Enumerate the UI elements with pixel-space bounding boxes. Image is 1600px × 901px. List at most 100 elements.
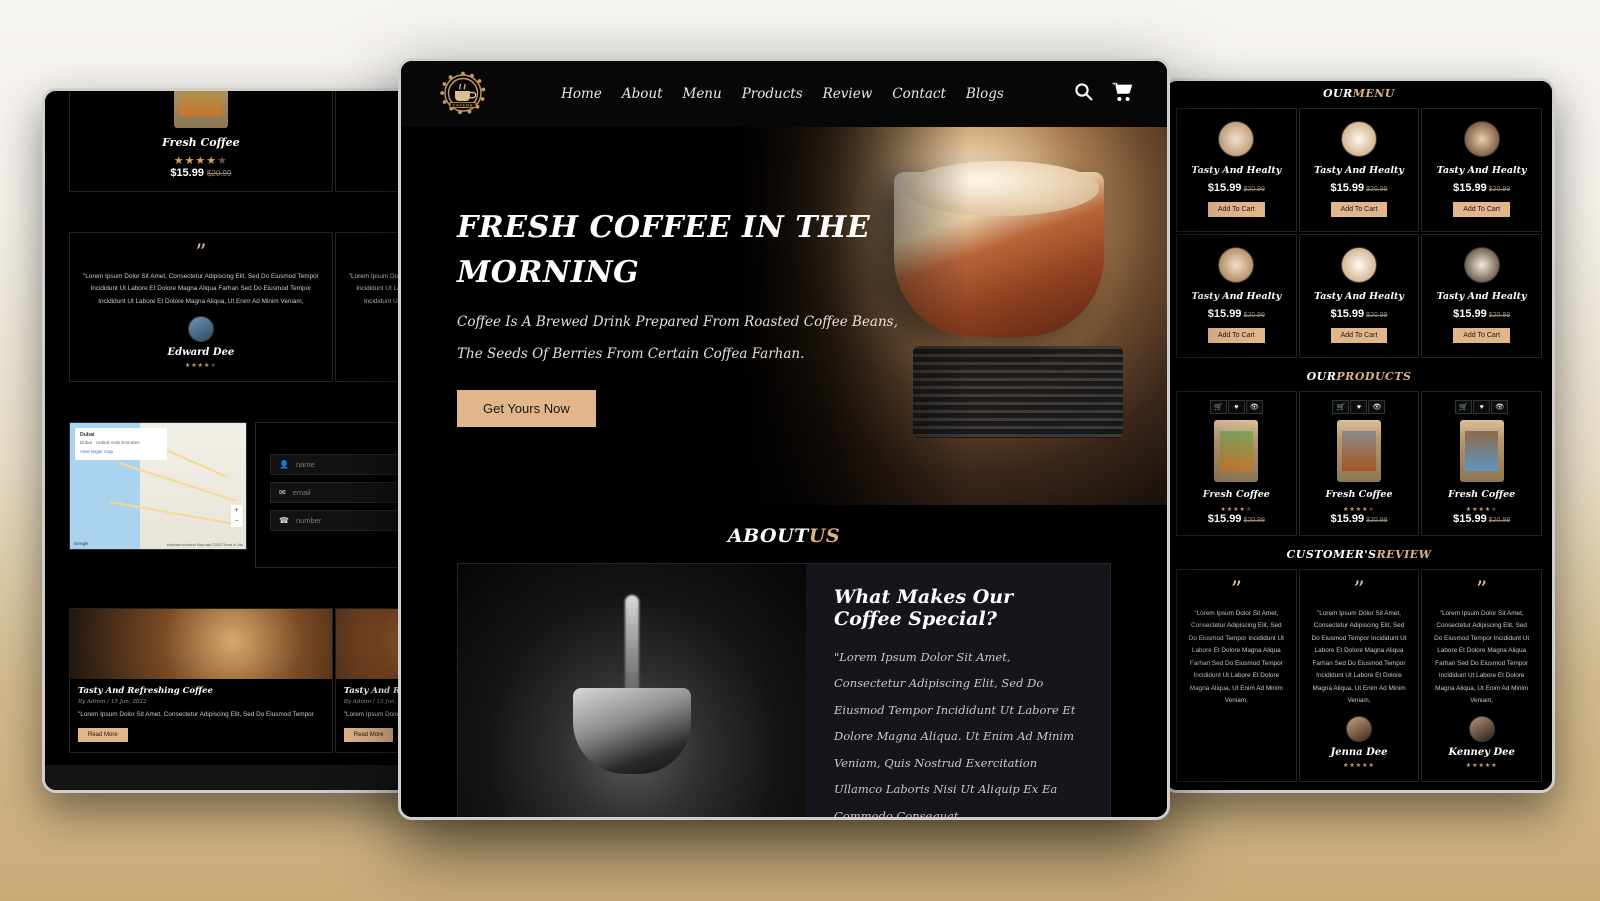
- menu-item-price: $15.99 $20.99: [1330, 308, 1388, 320]
- nav-item-menu[interactable]: Menu: [683, 86, 722, 102]
- product-card[interactable]: 🛒 ♥ 👁 Fresh Coffee ★★★★★ $15.99 $20.99: [1298, 391, 1420, 536]
- product-image: [1214, 420, 1259, 482]
- product-card[interactable]: Fresh Coffee ★★★★★ $15.99$20.99: [69, 91, 333, 192]
- search-icon[interactable]: [1074, 82, 1093, 106]
- get-yours-now-button[interactable]: Get Yours Now: [457, 390, 596, 428]
- about-coffee-cup: [573, 687, 691, 774]
- menu-card[interactable]: Tasty And Healty $15.99 $20.99 Add To Car…: [1176, 234, 1297, 358]
- site-navbar: CAFENA Home About Menu Products Review C…: [401, 61, 1167, 127]
- hero-title-line1: FRESH COFFEE IN THE: [457, 210, 871, 245]
- review-text: "Lorem Ipsum Dolor Sit Amet, Consectetur…: [1434, 610, 1530, 705]
- cart-icon[interactable]: 🛒: [1209, 400, 1227, 414]
- review-card[interactable]: ” "Lorem Ipsum Dolor Sit Amet, Consectet…: [1176, 569, 1297, 782]
- nav-item-blogs[interactable]: Blogs: [966, 86, 1004, 102]
- cart-icon[interactable]: 🛒: [1332, 400, 1350, 414]
- heart-icon[interactable]: ♥: [1227, 400, 1245, 414]
- product-price: $15.99$20.99: [1207, 513, 1265, 525]
- cart-icon[interactable]: [1111, 81, 1133, 107]
- hero-desc-line1: Coffee Is A Brewed Drink Prepared From R…: [457, 314, 898, 330]
- add-to-cart-button[interactable]: Add To Cart: [1207, 328, 1265, 343]
- nav-item-about[interactable]: About: [622, 86, 663, 102]
- map-larger-link[interactable]: View larger map: [80, 449, 162, 454]
- product-price: $15.99$20.99: [170, 167, 232, 179]
- menu-card[interactable]: Tasty And Healty $15.99 $20.99 Add To Car…: [1176, 108, 1297, 232]
- menu-item-price: $15.99 $20.99: [1207, 308, 1265, 320]
- product-actions: 🛒 ♥ 👁: [1428, 400, 1535, 414]
- product-card[interactable]: 🛒 ♥ 👁 Fresh Coffee ★★★★★ $15.99 $20.99: [1421, 391, 1542, 536]
- foreground-browser-window[interactable]: CAFENA Home About Menu Products Review C…: [398, 58, 1170, 820]
- review-card[interactable]: ” "Lorem Ipsum Dolor Sit Amet, Consectet…: [1421, 569, 1542, 782]
- eye-icon[interactable]: 👁: [1491, 400, 1509, 414]
- hero-desc-line2: The Seeds Of Berries From Certain Coffea…: [457, 345, 805, 362]
- quote-icon: ”: [1353, 578, 1365, 603]
- menu-card[interactable]: Tasty And Healty $15.99 $20.99 Add To Car…: [1298, 108, 1420, 232]
- review-card[interactable]: ” "Lorem Ipsum Dolor Sit Amet, Consectet…: [1298, 569, 1420, 782]
- quote-icon: ”: [1476, 578, 1488, 603]
- product-price: $15.99$20.99: [1453, 513, 1511, 525]
- add-to-cart-button[interactable]: Add To Cart: [1453, 328, 1511, 343]
- add-to-cart-button[interactable]: Add To Cart: [1453, 202, 1511, 217]
- product-card[interactable]: 🛒 ♥ 👁 Fresh Coffee ★★★★★ $15.99 $20.99: [1176, 391, 1297, 536]
- review-rating: ★★★★★: [1465, 762, 1498, 769]
- menu-item-image: [1218, 121, 1255, 157]
- page-content-front: CAFENA Home About Menu Products Review C…: [401, 61, 1167, 817]
- add-to-cart-button[interactable]: Add To Cart: [1207, 202, 1265, 217]
- review-rating: ★★★★★: [184, 363, 217, 370]
- map-zoom-out[interactable]: −: [231, 516, 242, 527]
- review-text: "Lorem Ipsum Dolor Sit Amet, Consectetur…: [1188, 610, 1284, 705]
- product-rating: ★★★★★: [1220, 507, 1253, 513]
- name-placeholder: name: [295, 460, 315, 470]
- menu-item-image: [1340, 247, 1377, 283]
- menu-item-name: Tasty And Healty: [1436, 291, 1527, 302]
- menu-card[interactable]: Tasty And Healty $15.99 $20.99 Add To Car…: [1421, 234, 1542, 358]
- map-attribution: Keyboard shortcuts Map data ©2022 Terms …: [166, 543, 243, 548]
- product-name: Fresh Coffee: [162, 136, 240, 149]
- product-image: [173, 91, 228, 128]
- review-section-heading: CUSTOMER'SREVIEW: [1286, 548, 1432, 561]
- map-info-card[interactable]: Dubai Dubai - United Arab Emirates View …: [75, 428, 167, 461]
- menu-item-image: [1218, 247, 1255, 283]
- menu-item-price: $15.99 $20.99: [1453, 182, 1511, 194]
- read-more-button[interactable]: Read More: [78, 727, 128, 742]
- contact-section-heading: CONTACTUS: [1166, 782, 1552, 790]
- eye-icon[interactable]: 👁: [1245, 400, 1263, 414]
- map-zoom-in[interactable]: +: [231, 505, 242, 516]
- background-browser-window-right[interactable]: OURMENU Tasty And Healty $15.99 $20.99 Ad…: [1163, 78, 1555, 793]
- read-more-button[interactable]: Read More: [343, 727, 394, 742]
- heart-icon[interactable]: ♥: [1350, 400, 1368, 414]
- add-to-cart-button[interactable]: Add To Cart: [1330, 202, 1388, 217]
- review-card[interactable]: ” "Lorem Ipsum Dolor Sit Amet, Consectet…: [69, 232, 333, 383]
- about-heading-accent: US: [808, 525, 841, 547]
- user-icon: 👤: [279, 460, 289, 470]
- menu-card[interactable]: Tasty And Healty $15.99 $20.99 Add To Car…: [1298, 234, 1420, 358]
- product-rating: ★★★★★: [173, 155, 229, 167]
- nav-actions: [1074, 81, 1133, 107]
- review-author: Edward Dee: [167, 347, 235, 359]
- nav-item-contact[interactable]: Contact: [892, 86, 946, 102]
- menu-item-name: Tasty And Healty: [1191, 291, 1282, 302]
- nav-item-review[interactable]: Review: [823, 86, 873, 102]
- cart-icon[interactable]: 🛒: [1455, 400, 1473, 414]
- review-author: Jenna Dee: [1330, 746, 1388, 758]
- add-to-cart-button[interactable]: Add To Cart: [1330, 328, 1388, 343]
- product-actions: 🛒 ♥ 👁: [1183, 400, 1290, 414]
- nav-item-home[interactable]: Home: [561, 86, 602, 102]
- blog-card[interactable]: Tasty And Refreshing Coffee By Admin / 1…: [69, 608, 333, 753]
- svg-text:CAFENA: CAFENA: [453, 104, 473, 108]
- map-embed[interactable]: Dubai Dubai - United Arab Emirates View …: [69, 422, 247, 551]
- envelope-icon: ✉: [279, 488, 286, 498]
- review-author: Kenney Dee: [1448, 746, 1515, 758]
- eye-icon[interactable]: 👁: [1368, 400, 1386, 414]
- menu-item-name: Tasty And Healty: [1191, 165, 1282, 176]
- menu-card[interactable]: Tasty And Healty $15.99 $20.99 Add To Car…: [1421, 108, 1542, 232]
- nav-item-products[interactable]: Products: [742, 86, 803, 102]
- about-heading-lead: ABOUT: [727, 525, 809, 547]
- heart-icon[interactable]: ♥: [1473, 400, 1491, 414]
- menu-section-heading: OURMENU: [1322, 87, 1396, 100]
- site-logo[interactable]: CAFENA: [435, 69, 491, 119]
- menu-item-price: $15.99 $20.99: [1207, 182, 1265, 194]
- review-rating: ★★★★★: [1343, 762, 1375, 769]
- map-zoom-controls[interactable]: + −: [231, 505, 242, 528]
- menu-item-price: $15.99 $20.99: [1453, 308, 1511, 320]
- quote-icon: ”: [1230, 578, 1242, 603]
